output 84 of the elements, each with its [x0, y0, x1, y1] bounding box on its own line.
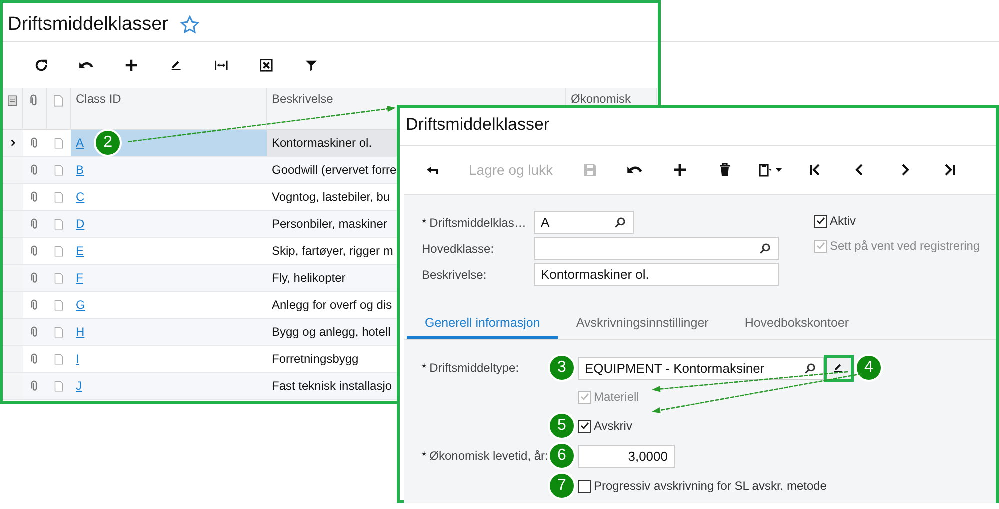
- row-selector[interactable]: [3, 130, 23, 157]
- document-icon: [53, 380, 65, 392]
- record-link[interactable]: E: [76, 244, 84, 258]
- callout-number: 3: [548, 354, 576, 382]
- table-cell: Personbiler, maskiner: [272, 217, 388, 231]
- search-icon: [759, 242, 772, 255]
- undo-icon: [79, 60, 94, 70]
- pencil-icon: [832, 364, 845, 372]
- callout-number: 6: [548, 442, 576, 470]
- field-label: Beskrivelse:: [422, 268, 487, 282]
- callout-number: 7: [548, 472, 576, 500]
- notes-icon: [6, 94, 19, 108]
- column-header[interactable]: Beskrivelse: [272, 93, 334, 106]
- checkbox-label: Progressiv avskrivning for SL avskr. metode: [594, 479, 827, 493]
- table-cell: Kontormaskiner ol.: [272, 136, 372, 150]
- checkbox-label: Aktiv: [830, 214, 856, 228]
- table-cell: Goodwill (ervervet forre: [272, 163, 397, 177]
- record-link[interactable]: B: [76, 163, 84, 177]
- table-cell: Anlegg for overf og dis: [272, 298, 392, 312]
- field-label: Økonomisk levetid, år:: [430, 449, 548, 463]
- callout-number: 2: [94, 129, 122, 157]
- document-icon: [53, 136, 65, 150]
- field-label: Driftsmiddelklas…: [430, 216, 526, 230]
- document-icon: [53, 326, 65, 338]
- row-pointer-icon: [8, 138, 18, 148]
- caret-icon: [774, 166, 783, 174]
- record-link[interactable]: G: [76, 298, 86, 312]
- field-label: Driftsmiddeltype:: [430, 361, 520, 375]
- document-icon: [52, 94, 65, 108]
- excel-export-icon: [259, 58, 274, 72]
- callout-number: 4: [855, 354, 883, 382]
- checkbox[interactable]: [814, 214, 827, 228]
- input-field[interactable]: A: [534, 211, 634, 234]
- column-header[interactable]: Class ID: [76, 93, 122, 106]
- required-mark: *: [422, 361, 427, 375]
- document-icon: [53, 244, 65, 258]
- undo-icon: [626, 165, 643, 175]
- document-icon: [53, 352, 65, 366]
- save-icon: [582, 162, 598, 178]
- table-cell: Vogntog, lastebiler, bu: [272, 190, 390, 204]
- add-icon: [672, 162, 688, 178]
- required-mark: *: [422, 449, 427, 463]
- table-cell: Skip, fartøyer, rigger m: [272, 244, 394, 258]
- window-title: Driftsmiddelklasser: [8, 14, 168, 36]
- checkbox[interactable]: [578, 420, 591, 432]
- tab[interactable]: Avskrivningsinnstillinger: [558, 312, 727, 339]
- pencil-icon: [169, 60, 184, 70]
- table-cell: Forretningsbygg: [272, 352, 359, 366]
- tab[interactable]: Generell informasjon: [407, 312, 558, 339]
- record-link[interactable]: H: [76, 325, 85, 339]
- tab[interactable]: Hovedbokskontoer: [726, 312, 868, 339]
- record-link[interactable]: A: [76, 136, 84, 150]
- checkbox-label: Sett på vent ved registrering: [830, 239, 980, 253]
- checkbox-label: Materiell: [594, 390, 640, 404]
- table-cell: Bygg og anlegg, hotell: [272, 325, 391, 339]
- record-link[interactable]: F: [76, 271, 84, 285]
- document-icon: [53, 190, 65, 204]
- document-icon: [53, 272, 65, 284]
- edit-button[interactable]: [824, 354, 854, 382]
- checkbox-label: Avskriv: [594, 419, 632, 433]
- required-mark: *: [422, 216, 427, 230]
- add-icon: [124, 58, 139, 72]
- window-title: Driftsmiddelklasser: [406, 115, 550, 134]
- field-label: Hovedklasse:: [422, 242, 494, 256]
- table-cell: Fast teknisk installasjo: [272, 379, 392, 393]
- table-cell: Fly, helikopter: [272, 271, 346, 285]
- record-link[interactable]: C: [76, 190, 85, 204]
- star-icon[interactable]: [180, 15, 200, 35]
- search-icon: [614, 216, 627, 229]
- document-icon: [53, 164, 65, 176]
- document-icon: [53, 298, 65, 312]
- checkbox[interactable]: [578, 480, 591, 492]
- search-icon: [804, 362, 817, 374]
- input-field[interactable]: [534, 237, 779, 260]
- input-field[interactable]: Kontormaskiner ol.: [534, 263, 779, 286]
- input-field[interactable]: 3,0000: [578, 444, 675, 468]
- record-link[interactable]: D: [76, 217, 85, 231]
- record-link[interactable]: I: [76, 352, 80, 366]
- callout-number: 5: [548, 412, 576, 440]
- record-link[interactable]: J: [76, 379, 82, 393]
- clipboard-icon: [756, 162, 773, 178]
- refresh-icon: [34, 58, 49, 72]
- input-field[interactable]: EQUIPMENT - Kontormaksiner: [578, 356, 824, 380]
- document-icon: [53, 218, 65, 230]
